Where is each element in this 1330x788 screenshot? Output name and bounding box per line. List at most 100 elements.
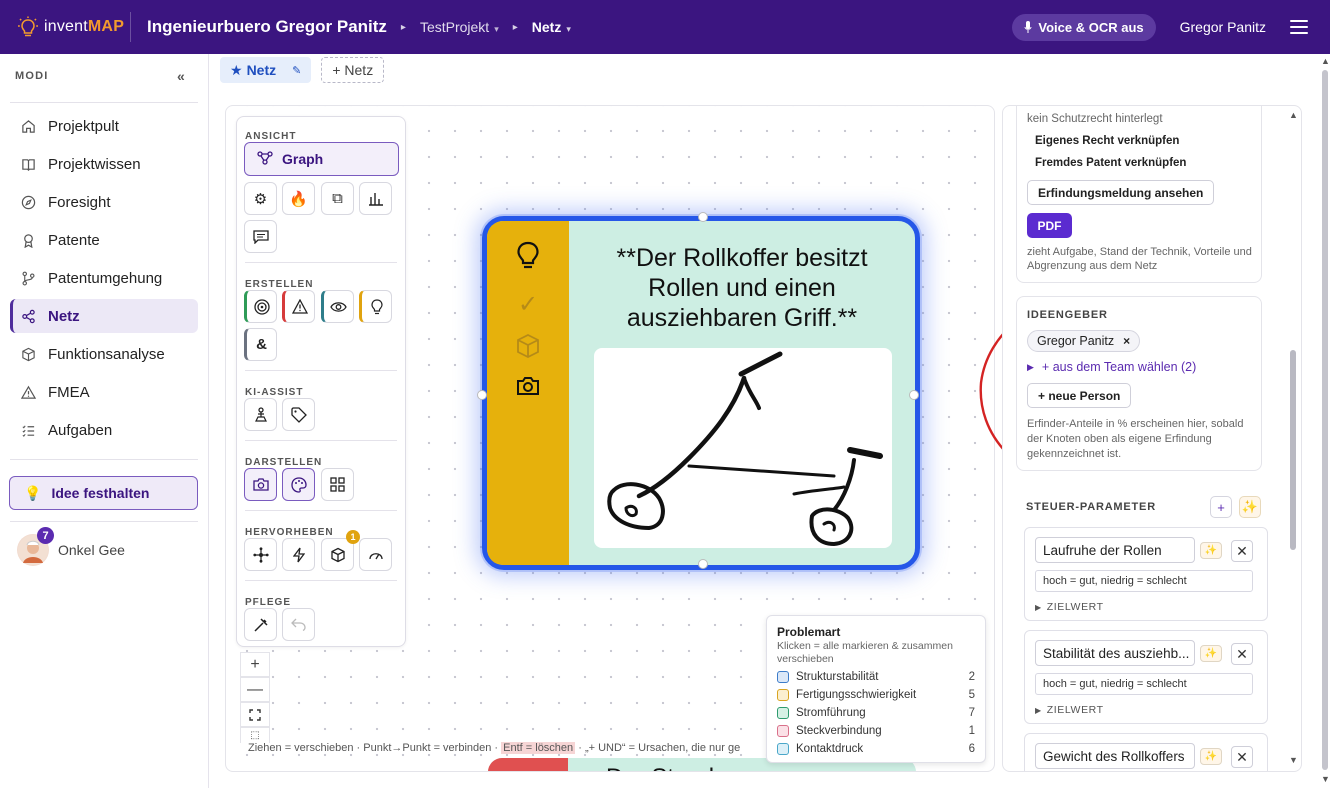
graph-view-button[interactable]: Graph — [244, 142, 399, 176]
connection-handle[interactable] — [477, 390, 487, 400]
add-parameter-button[interactable]: + — [1210, 496, 1232, 518]
comment-icon[interactable] — [244, 220, 277, 253]
breadcrumb-net[interactable]: Netz ▾ — [532, 19, 571, 35]
target-icon[interactable] — [244, 290, 277, 323]
camera-icon[interactable] — [513, 371, 543, 401]
add-net-tab[interactable]: + Netz — [321, 57, 385, 83]
zoom-in-button[interactable]: + — [240, 652, 270, 677]
ai-suggest-button[interactable]: ✨ — [1239, 496, 1261, 518]
node-type-strip — [488, 758, 568, 771]
sparkle-icon[interactable]: ✨ — [1200, 542, 1222, 559]
bulb-logo-icon — [18, 16, 38, 37]
node-title: Der Stand... — [606, 764, 734, 771]
voice-ocr-toggle[interactable]: Voice & OCR aus — [1012, 13, 1156, 41]
shapes-icon[interactable]: ⧉ — [321, 182, 354, 215]
choose-from-team[interactable]: ▶ + aus dem Team wählen (2) — [1027, 360, 1196, 374]
gauge-icon[interactable] — [359, 538, 392, 571]
collapse-sidebar-button[interactable]: « — [177, 68, 186, 84]
cube-icon — [20, 346, 36, 362]
palette-icon[interactable] — [282, 468, 315, 501]
person-chip[interactable]: Gregor Panitz × — [1027, 330, 1141, 352]
sparkle-icon[interactable]: ✨ — [1200, 645, 1222, 662]
graph-canvas[interactable]: ANSICHT Graph ⚙ 🔥 ⧉ ERSTELLEN & KI-ASSIS… — [225, 105, 995, 772]
sparkle-icon[interactable]: ✨ — [1200, 748, 1222, 765]
sliders-icon[interactable]: ⚙ — [244, 182, 277, 215]
compass-icon — [20, 194, 36, 210]
remove-parameter-button[interactable]: ✕ — [1231, 540, 1253, 562]
grid-icon[interactable] — [321, 468, 354, 501]
edit-icon[interactable]: ✎ — [292, 64, 301, 77]
tag-icon[interactable] — [282, 398, 315, 431]
zoom-out-button[interactable]: — — [240, 677, 270, 702]
undo-icon[interactable] — [282, 608, 315, 641]
sidebar-item-funktionsanalyse[interactable]: Funktionsanalyse — [10, 337, 198, 371]
warning-icon[interactable] — [282, 290, 315, 323]
parameter-direction-input[interactable]: hoch = gut, niedrig = schlecht — [1035, 673, 1253, 695]
pdf-button[interactable]: PDF — [1027, 213, 1072, 238]
legend-subtitle: Klicken = alle markieren & zusammen vers… — [777, 640, 953, 665]
sidebar-item-fmea[interactable]: FMEA — [10, 375, 198, 409]
legend-item[interactable]: Strukturstabilität 2 — [777, 670, 975, 684]
bar-chart-icon[interactable] — [359, 182, 392, 215]
logo[interactable]: inventMAP — [0, 16, 130, 38]
sidebar-item-foresight[interactable]: Foresight — [10, 185, 198, 219]
fit-view-button[interactable] — [240, 702, 270, 727]
wand-icon[interactable] — [244, 398, 277, 431]
eye-icon[interactable] — [321, 290, 354, 323]
view-invention-report-button[interactable]: Erfindungsmeldung ansehen — [1027, 180, 1215, 205]
new-person-button[interactable]: + neue Person — [1027, 383, 1132, 408]
parameter-name-input[interactable]: Gewicht des Rollkoffers — [1035, 743, 1195, 769]
parameter-name-input[interactable]: Laufruhe der Rollen — [1035, 537, 1195, 563]
tab-netz[interactable]: ★ Netz ✎ — [220, 57, 312, 83]
remove-parameter-button[interactable]: ✕ — [1231, 643, 1253, 665]
warning-icon — [20, 384, 36, 400]
legend-item[interactable]: Kontaktdruck 6 — [777, 742, 975, 756]
page-scrollbar[interactable]: ▲ ▼ — [1320, 56, 1330, 788]
legend-label: Stromführung — [796, 707, 866, 719]
sidebar-item-label: Projektwissen — [48, 155, 141, 173]
breadcrumb-project[interactable]: TestProjekt ▾ — [420, 19, 499, 35]
legend-item[interactable]: Fertigungsschwierigkeit 5 — [777, 688, 975, 702]
target-value-toggle[interactable]: ▶ ZIELWERT — [1035, 601, 1104, 613]
hammer-icon[interactable] — [244, 608, 277, 641]
lock-view-button[interactable]: ⬚ — [240, 727, 270, 743]
graph-node-selected[interactable]: ✓ **Der Rollkoffer besitzt Rollen und ei… — [477, 212, 920, 570]
cube-icon[interactable]: 1 — [321, 530, 360, 571]
panel-scrollbar[interactable]: ▲ ▼ — [1288, 110, 1298, 770]
legend-item[interactable]: Stromführung 7 — [777, 706, 975, 720]
sidebar-item-projektwissen[interactable]: Projektwissen — [10, 147, 198, 181]
sidebar-item-aufgaben[interactable]: Aufgaben — [10, 413, 198, 447]
legend-count: 6 — [968, 743, 975, 755]
camera-icon[interactable] — [244, 468, 277, 501]
sidebar-item-patentumgehung[interactable]: Patentumgehung — [10, 261, 198, 295]
flame-icon[interactable]: 🔥 — [282, 182, 315, 215]
user-name[interactable]: Gregor Panitz — [1180, 19, 1266, 35]
sidebar-item-netz[interactable]: Netz — [10, 299, 198, 333]
legend-title: Problemart — [777, 625, 841, 639]
link-own-right[interactable]: Eigenes Recht verknüpfen — [1035, 135, 1179, 147]
parameter-direction-input[interactable]: hoch = gut, niedrig = schlecht — [1035, 570, 1253, 592]
target-value-toggle[interactable]: ▶ ZIELWERT — [1035, 704, 1104, 716]
notification-badge: 7 — [37, 527, 54, 544]
org-name[interactable]: Ingenieurbuero Gregor Panitz — [147, 17, 387, 37]
section-ansicht: ANSICHT — [245, 131, 297, 142]
connection-handle[interactable] — [698, 559, 708, 569]
idea-capture-button[interactable]: 💡 Idee festhalten — [9, 476, 198, 510]
menu-icon[interactable] — [1290, 20, 1308, 34]
and-node-button[interactable]: & — [244, 328, 277, 361]
connection-handle[interactable] — [909, 390, 919, 400]
node-title[interactable]: **Der Rollkoffer besitzt Rollen und eine… — [597, 243, 887, 333]
connection-handle[interactable] — [698, 212, 708, 222]
network-icon[interactable] — [244, 538, 277, 571]
lightning-icon[interactable] — [282, 538, 315, 571]
account[interactable]: 7 Onkel Gee — [17, 527, 208, 566]
parameter-name-input[interactable]: Stabilität des ausziehb... — [1035, 640, 1195, 666]
legend-item[interactable]: Steckverbindung 1 — [777, 724, 975, 738]
remove-parameter-button[interactable]: ✕ — [1231, 746, 1253, 768]
lightbulb-icon[interactable] — [359, 290, 392, 323]
sidebar-item-projektpult[interactable]: Projektpult — [10, 109, 198, 143]
sidebar-item-patente[interactable]: Patente — [10, 223, 198, 257]
remove-person-icon[interactable]: × — [1123, 334, 1130, 348]
link-foreign-patent[interactable]: Fremdes Patent verknüpfen — [1035, 157, 1186, 169]
share-note: Erfinder-Anteile in % erscheinen hier, s… — [1027, 418, 1244, 460]
